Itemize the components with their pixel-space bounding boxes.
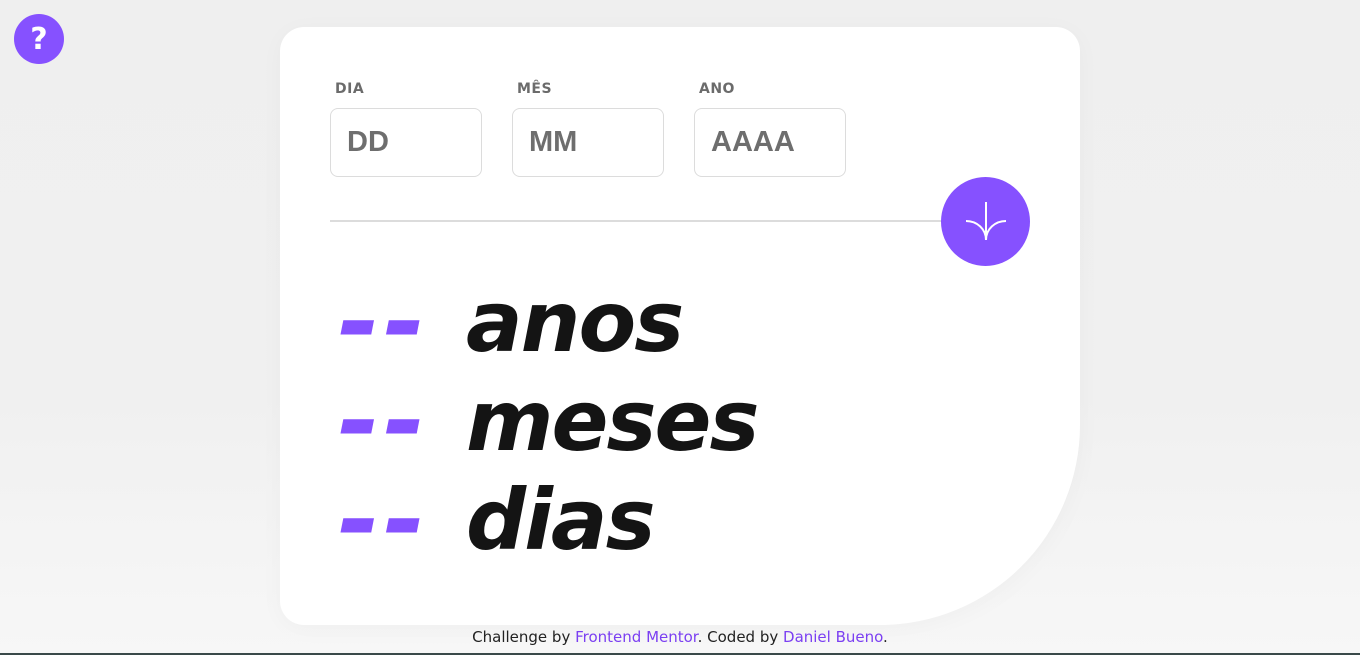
days-result: -- dias (338, 460, 757, 578)
frontend-mentor-link[interactable]: Frontend Mentor (575, 628, 698, 646)
month-field-group: MÊS (512, 81, 664, 177)
help-icon: ? (30, 21, 48, 57)
divider (330, 220, 990, 222)
author-link[interactable]: Daniel Bueno (783, 628, 883, 646)
age-calculator-card: DIA MÊS ANO -- anos -- meses -- dias (280, 27, 1080, 625)
help-button[interactable]: ? (14, 14, 64, 64)
attribution-suffix: . (883, 628, 888, 646)
months-unit: meses (466, 371, 759, 470)
day-label: DIA (335, 81, 365, 97)
attribution: Challenge by Frontend Mentor. Coded by D… (0, 628, 1360, 646)
months-value: -- (338, 361, 430, 479)
years-unit: anos (466, 272, 684, 371)
arrow-down-icon (965, 201, 1006, 240)
submit-button[interactable] (941, 177, 1030, 266)
years-value: -- (338, 262, 430, 380)
days-value: -- (338, 460, 430, 578)
results: -- anos -- meses -- dias (338, 262, 759, 578)
month-label: MÊS (517, 81, 553, 97)
months-result: -- meses (338, 361, 759, 479)
attribution-middle: . Coded by (697, 628, 784, 646)
day-input[interactable] (330, 108, 482, 177)
year-input[interactable] (694, 108, 846, 177)
attribution-prefix: Challenge by (472, 628, 576, 646)
days-unit: dias (466, 470, 656, 569)
year-field-group: ANO (694, 81, 846, 177)
year-label: ANO (699, 81, 735, 97)
years-result: -- anos (338, 262, 757, 380)
month-input[interactable] (512, 108, 664, 177)
day-field-group: DIA (330, 81, 482, 177)
